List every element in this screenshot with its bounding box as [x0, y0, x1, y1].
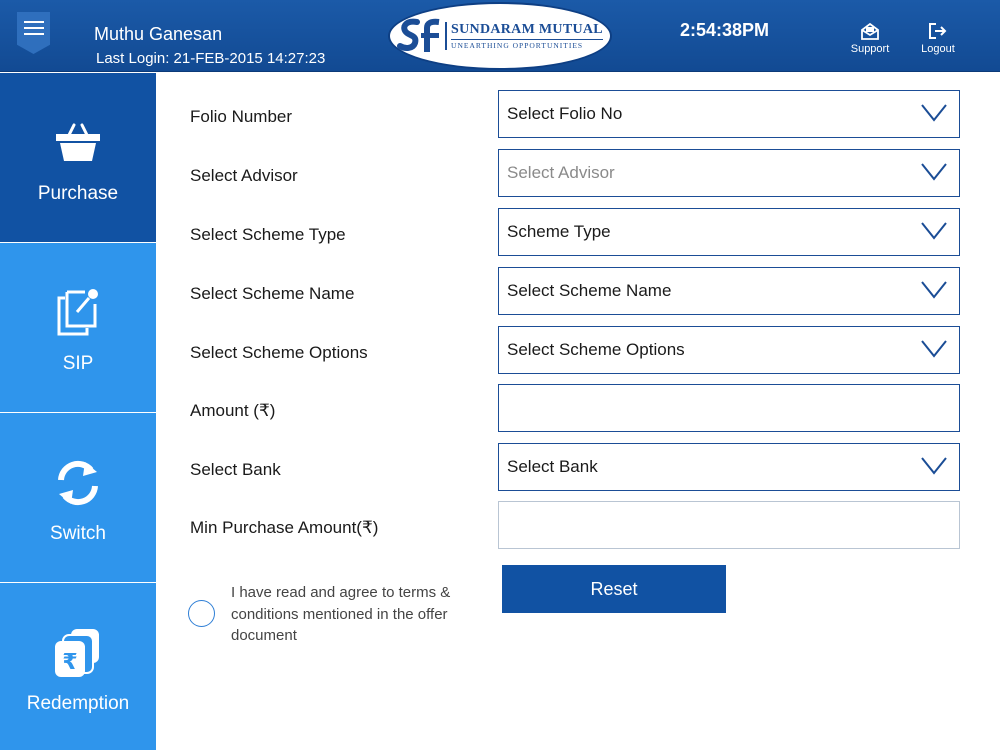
- label-amount: Amount (₹): [190, 401, 276, 420]
- logo-title: SUNDARAM MUTUAL: [451, 22, 603, 37]
- scheme-name-select[interactable]: Select Scheme Name: [498, 267, 960, 315]
- support-label: Support: [850, 43, 890, 55]
- label-scheme-options: Select Scheme Options: [190, 343, 368, 362]
- terms-text: I have read and agree to terms & conditi…: [231, 584, 451, 644]
- label-advisor: Select Advisor: [190, 166, 298, 185]
- sidebar-item-purchase[interactable]: Purchase: [0, 73, 156, 242]
- select-value: Select Folio No: [507, 104, 623, 123]
- chevron-down-icon: [921, 222, 947, 240]
- select-value: Select Bank: [507, 457, 598, 476]
- sidebar-item-redemption[interactable]: ₹ Redemption: [0, 583, 156, 750]
- select-value: Select Scheme Options: [507, 340, 685, 359]
- chevron-down-icon: [921, 281, 947, 299]
- chevron-down-icon: [921, 104, 947, 122]
- hamburger-icon: [23, 21, 44, 35]
- label-scheme-name: Select Scheme Name: [190, 284, 355, 303]
- sf-logo-icon: [397, 18, 440, 52]
- clock: 2:54:38PM: [680, 20, 770, 40]
- chevron-down-icon: [921, 457, 947, 475]
- reset-button[interactable]: Reset: [502, 565, 726, 613]
- sidebar-item-label: Switch: [50, 523, 106, 544]
- folio-number-select[interactable]: Select Folio No: [498, 90, 960, 138]
- chevron-down-icon: [921, 163, 947, 181]
- sidebar: Purchase SIP Switch ₹ Redemption: [0, 73, 156, 750]
- brand-logo: SUNDARAM MUTUAL UNEARTHING OPPORTUNITIES: [388, 2, 612, 70]
- logout-icon: [929, 23, 947, 39]
- scheme-options-select[interactable]: Select Scheme Options: [498, 326, 960, 374]
- advisor-select[interactable]: Select Advisor: [498, 149, 960, 197]
- logout-label: Logout: [921, 43, 955, 55]
- last-login: Last Login: 21-FEB-2015 14:27:23: [96, 50, 326, 67]
- basket-icon: [56, 123, 100, 161]
- logo-tagline: UNEARTHING OPPORTUNITIES: [451, 39, 603, 50]
- scheme-type-select[interactable]: Scheme Type: [498, 208, 960, 256]
- menu-button[interactable]: [17, 12, 50, 54]
- svg-text:₹: ₹: [62, 650, 77, 675]
- support-mail-icon: [861, 22, 879, 40]
- bank-select[interactable]: Select Bank: [498, 443, 960, 491]
- label-folio-number: Folio Number: [190, 107, 293, 126]
- sidebar-item-label: SIP: [62, 353, 94, 374]
- sidebar-item-sip[interactable]: SIP: [0, 243, 156, 412]
- select-value: Select Advisor: [507, 163, 615, 182]
- app-header: Muthu Ganesan Last Login: 21-FEB-2015 14…: [0, 0, 1000, 72]
- sidebar-item-switch[interactable]: Switch: [0, 413, 156, 582]
- user-name: Muthu Ganesan: [94, 24, 223, 44]
- label-bank: Select Bank: [190, 460, 281, 479]
- support-button[interactable]: Support: [842, 22, 898, 55]
- terms-radio[interactable]: [188, 600, 215, 627]
- amount-input[interactable]: [498, 384, 960, 432]
- switch-arrows-icon: [58, 460, 98, 506]
- rupee-cards-icon: ₹: [55, 629, 99, 677]
- chevron-down-icon: [921, 340, 947, 358]
- select-value: Select Scheme Name: [507, 281, 672, 300]
- select-value: Scheme Type: [507, 222, 611, 241]
- min-purchase-amount-input[interactable]: [498, 501, 960, 549]
- sip-copy-icon: [57, 289, 98, 336]
- logout-button[interactable]: Logout: [910, 22, 966, 55]
- label-scheme-type: Select Scheme Type: [190, 225, 346, 244]
- label-min-purchase-amount: Min Purchase Amount(₹): [190, 518, 379, 537]
- sidebar-item-label: Redemption: [26, 693, 130, 714]
- sidebar-item-label: Purchase: [37, 183, 119, 204]
